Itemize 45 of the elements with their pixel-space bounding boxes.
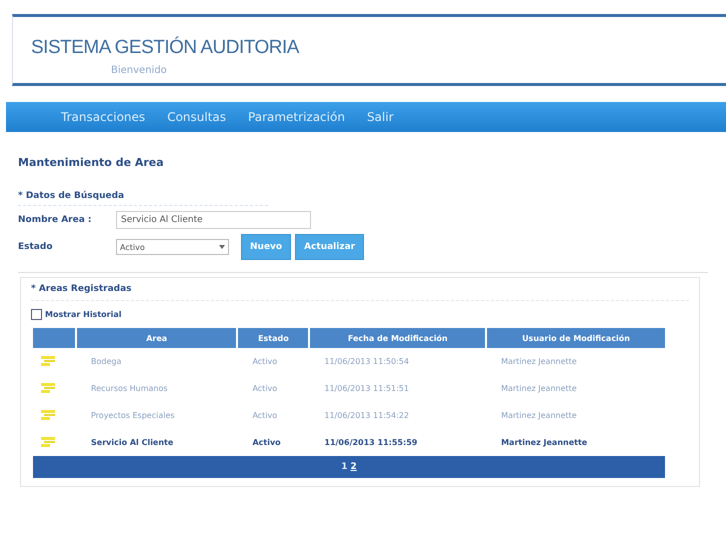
table-cell-text: Proyectos Especiales — [90, 410, 176, 422]
table-cell-text: Martinez Jeannette — [500, 410, 578, 422]
table-header — [33, 328, 75, 348]
table-cell-text: 11/06/2013 11:55:59 — [323, 437, 418, 449]
column-header: Fecha de Modificación — [310, 328, 486, 348]
edit-icon[interactable] — [41, 356, 55, 366]
dropdown-arrow-icon — [219, 245, 225, 249]
table-cell-text: Activo — [251, 383, 278, 395]
menu-item[interactable]: Transacciones — [61, 110, 146, 124]
table-cell-text: 11/06/2013 11:54:22 — [323, 410, 410, 422]
app-title: SISTEMA GESTIÓN AUDITORIA — [31, 37, 300, 59]
select-field[interactable]: Activo — [116, 239, 229, 255]
table-cell-text: Activo — [251, 356, 278, 368]
table-cell-text: Martinez Jeannette — [500, 383, 578, 395]
table-cell-text: Martinez Jeannette — [500, 437, 588, 449]
field-label: Estado — [18, 242, 54, 252]
action-button[interactable]: Nuevo — [241, 234, 292, 260]
action-button[interactable]: Actualizar — [295, 234, 364, 260]
column-header: Estado — [238, 328, 308, 348]
column-header: Area — [77, 328, 236, 348]
table-cell-text: 11/06/2013 11:50:54 — [323, 356, 410, 368]
table-cell-text: 11/06/2013 11:51:51 — [323, 383, 410, 395]
table-cell-text: Martinez Jeannette — [500, 356, 578, 368]
edit-icon[interactable] — [41, 410, 55, 420]
table-cell-text: Recursos Humanos — [90, 383, 169, 395]
page-link[interactable]: 2 — [350, 462, 357, 472]
table-cell-text: Activo — [251, 410, 278, 422]
edit-icon[interactable] — [41, 382, 55, 392]
menu-item[interactable]: Salir — [366, 110, 394, 124]
welcome-text: Bienvenido — [111, 65, 168, 76]
field-label: Nombre Area : — [18, 215, 93, 225]
checkbox[interactable] — [31, 309, 42, 320]
page-link[interactable]: 1 — [341, 462, 348, 472]
menu-item[interactable]: Consultas — [167, 110, 226, 124]
checkbox-label: Mostrar Historial — [45, 310, 122, 319]
menu-item[interactable]: Parametrización — [248, 110, 345, 124]
table-cell-text: Bodega — [90, 356, 122, 368]
table-cell-text: Servicio Al Cliente — [90, 437, 174, 449]
table-cell-text: Activo — [251, 437, 282, 449]
page-title: Mantenimiento de Area — [18, 156, 165, 169]
section-heading: * Areas Registradas — [31, 284, 689, 301]
input-field[interactable]: Servicio Al Cliente — [116, 211, 311, 229]
column-header: Usuario de Modificación — [487, 328, 665, 348]
section-heading: * Datos de Búsqueda — [18, 191, 268, 206]
edit-icon[interactable] — [41, 436, 55, 446]
